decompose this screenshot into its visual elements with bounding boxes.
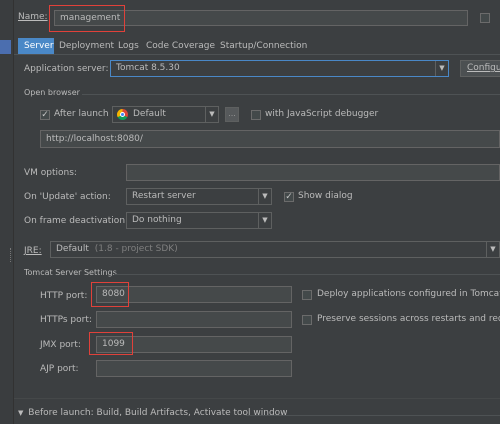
tomcat-settings-separator	[114, 274, 500, 275]
configure-button-label: Configu	[467, 63, 500, 73]
chevron-down-icon[interactable]: ▼	[258, 213, 271, 228]
jmx-port-highlight-box	[89, 332, 133, 355]
tab-logs[interactable]: Logs	[118, 38, 139, 54]
preserve-sessions-label: Preserve sessions across restarts and re…	[317, 314, 500, 324]
tab-startup-connection[interactable]: Startup/Connection	[220, 38, 307, 54]
https-port-field[interactable]	[96, 311, 292, 328]
open-browser-section-label: Open browser	[24, 88, 80, 97]
show-dialog-checkbox[interactable]: ✓	[284, 192, 294, 202]
chevron-down-icon[interactable]: ▼	[205, 107, 218, 122]
open-browser-separator	[82, 94, 500, 95]
tab-deployment[interactable]: Deployment	[59, 38, 114, 54]
tab-server[interactable]: Server	[18, 38, 54, 54]
deploy-applications-label: Deploy applications configured in Tomcat…	[317, 289, 500, 299]
tab-code-coverage[interactable]: Code Coverage	[146, 38, 215, 54]
application-server-label: Application server:	[24, 64, 109, 74]
browser-more-button[interactable]: ...	[225, 107, 239, 122]
on-update-label: On 'Update' action:	[24, 192, 111, 202]
js-debugger-checkbox[interactable]	[251, 110, 261, 120]
on-update-value: Restart server	[132, 191, 196, 201]
after-launch-label: After launch	[54, 109, 109, 119]
on-update-combo[interactable]: Restart server ▼	[126, 188, 272, 205]
https-port-label: HTTPs port:	[40, 315, 92, 325]
jre-value: Default	[56, 244, 89, 254]
sidebar-selected-marker	[0, 40, 11, 54]
name-highlight-box	[49, 5, 125, 32]
ajp-port-field[interactable]	[96, 360, 292, 377]
after-launch-checkbox[interactable]: ✓	[40, 110, 50, 120]
jre-combo[interactable]: Default (1.8 - project SDK) ▼	[50, 241, 500, 258]
before-launch-separator	[246, 415, 500, 416]
show-dialog-label: Show dialog	[298, 191, 353, 201]
application-server-combo[interactable]: Tomcat 8.5.30 ▼	[110, 60, 449, 77]
sidebar-splitter-grip[interactable]	[10, 248, 13, 262]
http-port-label: HTTP port:	[40, 291, 88, 301]
deploy-applications-checkbox[interactable]	[302, 290, 312, 300]
application-server-value: Tomcat 8.5.30	[116, 63, 180, 73]
name-label: Name:	[18, 12, 48, 22]
configure-button[interactable]: Configu	[460, 60, 500, 77]
tomcat-settings-section-label: Tomcat Server Settings	[24, 268, 117, 277]
triangle-down-icon: ▼	[18, 409, 24, 417]
chrome-icon	[117, 109, 128, 120]
http-port-highlight-box	[91, 282, 129, 307]
before-launch-top-separator	[14, 398, 500, 399]
js-debugger-label: with JavaScript debugger	[265, 109, 379, 119]
on-frame-deactivation-combo[interactable]: Do nothing ▼	[126, 212, 272, 229]
chevron-down-icon[interactable]: ▼	[258, 189, 271, 204]
chevron-down-icon[interactable]: ▼	[486, 242, 499, 257]
before-launch-toggle[interactable]: ▼ Before launch: Build, Build Artifacts,…	[18, 408, 288, 418]
preserve-sessions-checkbox[interactable]	[302, 315, 312, 325]
ajp-port-label: AJP port:	[40, 364, 79, 374]
jmx-port-label: JMX port:	[40, 340, 81, 350]
vm-options-label: VM options:	[24, 168, 77, 178]
browser-more-label: ...	[228, 109, 236, 118]
browser-combo[interactable]: Default ▼	[112, 106, 219, 123]
left-sidebar-strip	[0, 0, 14, 424]
jre-label: JRE:	[24, 246, 42, 256]
chevron-down-icon[interactable]: ▼	[435, 61, 448, 76]
browser-value: Default	[133, 109, 166, 119]
jre-hint: (1.8 - project SDK)	[94, 244, 178, 254]
on-frame-deactivation-label: On frame deactivation:	[24, 216, 129, 226]
share-checkbox[interactable]	[480, 13, 490, 23]
tabs-underline	[14, 54, 500, 55]
on-frame-deactivation-value: Do nothing	[132, 215, 182, 225]
vm-options-field[interactable]	[126, 164, 500, 181]
url-field[interactable]: http://localhost:8080/	[40, 130, 500, 148]
before-launch-label: Before launch: Build, Build Artifacts, A…	[28, 408, 288, 418]
